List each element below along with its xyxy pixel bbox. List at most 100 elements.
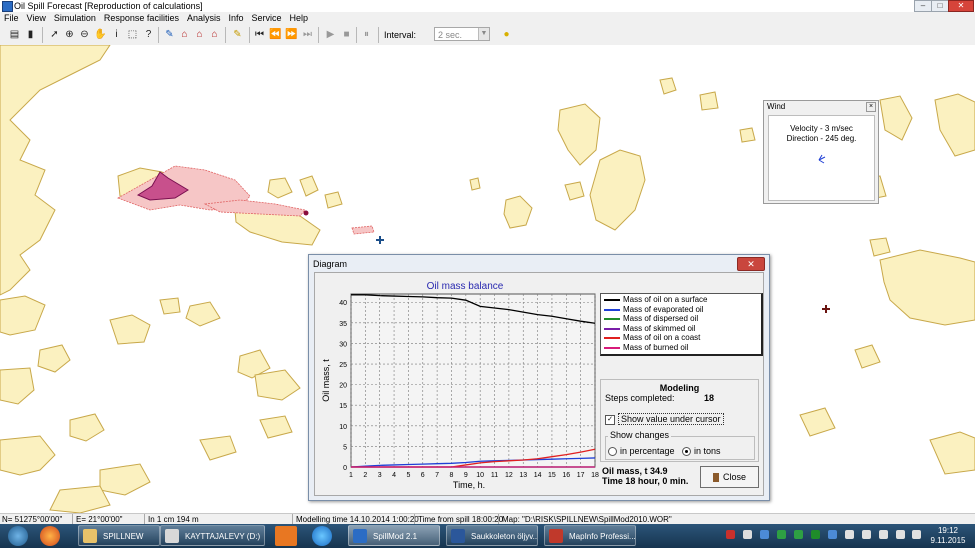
legend-swatch [604, 318, 620, 320]
pause-icon[interactable]: ⏸ [360, 28, 373, 41]
zoom-in-icon[interactable]: ⊕ [63, 28, 76, 41]
skimmer-icon[interactable]: ⌂ [208, 28, 221, 41]
menu-file[interactable]: File [0, 12, 23, 25]
island [879, 249, 975, 326]
query-icon[interactable]: ? [142, 28, 155, 41]
y-tick-label: 30 [339, 341, 347, 348]
menu-info[interactable]: Info [224, 12, 247, 25]
tray-bluetooth-icon[interactable] [828, 530, 837, 539]
tray-box-icon[interactable] [743, 530, 752, 539]
maximize-button[interactable]: □ [931, 0, 949, 12]
island [109, 314, 151, 345]
menu-view[interactable]: View [23, 12, 50, 25]
land-west-coast [0, 45, 111, 296]
taskbar-item-word[interactable]: Saukkoleton öljyv... [446, 525, 538, 546]
island [739, 127, 756, 143]
toolbar: ▤ ▮ ➚ ⊕ ⊖ ✋ i ⬚ ? ✎ ⌂ ⌂ ⌂ ✎ ⏮ ⏪ ⏩ ⏭ ▶ ■ … [0, 25, 975, 46]
stop-icon[interactable]: ■ [340, 28, 353, 41]
menu-response-facilities[interactable]: Response facilities [100, 12, 183, 25]
island [879, 95, 913, 141]
modeling-heading: Modeling [659, 383, 700, 393]
tray-shield-icon[interactable] [726, 530, 735, 539]
menu-help[interactable]: Help [286, 12, 313, 25]
outlook-icon[interactable] [275, 526, 297, 546]
y-tick-label: 35 [339, 321, 347, 328]
x-tick-label: 15 [548, 472, 556, 479]
tray-app-icon[interactable] [760, 530, 769, 539]
tray-usb-icon[interactable] [845, 530, 854, 539]
tray-security-icon[interactable] [811, 530, 820, 539]
island [503, 195, 533, 229]
taskbar-clock[interactable]: 19:12 9.11.2015 [926, 526, 970, 546]
y-tick-label: 0 [343, 465, 347, 472]
island [659, 77, 677, 95]
radio-percentage[interactable]: in percentage [608, 446, 675, 457]
forward-end-icon[interactable]: ⏭ [301, 28, 314, 41]
select-region-icon[interactable]: ⬚ [126, 28, 139, 41]
island [37, 344, 71, 373]
app-icon [2, 1, 13, 12]
tray-flag-icon[interactable] [879, 530, 888, 539]
close-button[interactable]: ✕ [948, 0, 974, 12]
y-tick-label: 40 [339, 300, 347, 307]
legend-swatch [604, 337, 620, 339]
y-tick-label: 5 [343, 444, 347, 451]
lightbulb-icon[interactable]: ● [500, 28, 513, 41]
tray-sync-icon[interactable] [777, 530, 786, 539]
island [267, 177, 293, 199]
tray-network-icon[interactable] [896, 530, 905, 539]
result-time: Time 18 hour, 0 min. [602, 476, 689, 486]
toolbar-separator [356, 27, 357, 43]
start-button[interactable] [8, 526, 28, 546]
tray-volume-icon[interactable] [912, 530, 921, 539]
step-forward-icon[interactable]: ⏩ [285, 28, 298, 41]
close-icon[interactable]: × [866, 102, 876, 112]
zoom-out-icon[interactable]: ⊖ [78, 28, 91, 41]
diagram-dialog[interactable]: Diagram ✕ 1 2 3 4 5 6 7 8 9 10 11 12 13 14 15 16 17 18 0 5 1… [308, 254, 770, 501]
internet-explorer-icon[interactable] [312, 526, 332, 546]
info-icon[interactable]: i [110, 28, 123, 41]
toolbar-separator [158, 27, 159, 43]
open-icon[interactable]: ▤ [8, 28, 21, 41]
report-icon[interactable]: ✎ [231, 28, 244, 41]
pan-hand-icon[interactable]: ✋ [94, 28, 107, 41]
folder-icon [83, 529, 97, 543]
rewind-start-icon[interactable]: ⏮ [253, 28, 266, 41]
taskbar-item-spillmod[interactable]: SpillMod 2.1 [348, 525, 440, 546]
taskbar-item-mapinfo[interactable]: MapInfo Professi... [544, 525, 636, 546]
firefox-icon[interactable] [40, 526, 60, 546]
minimize-button[interactable]: – [914, 0, 932, 12]
play-icon[interactable]: ▶ [324, 28, 337, 41]
radio-selected-icon [682, 447, 691, 457]
boom-icon[interactable]: ⌂ [193, 28, 206, 41]
step-back-icon[interactable]: ⏪ [269, 28, 282, 41]
menu-analysis[interactable]: Analysis [183, 12, 225, 25]
wind-window[interactable]: Wind × Velocity - 3 m/sec Direction - 24… [763, 100, 879, 204]
taskbar-item-spillnew[interactable]: SPILLNEW [78, 525, 160, 546]
radio-tons[interactable]: in tons [682, 446, 721, 457]
layers-icon[interactable]: ▮ [24, 28, 37, 41]
draw-icon[interactable]: ✎ [163, 28, 176, 41]
x-tick-label: 12 [505, 472, 513, 479]
show-value-checkbox[interactable]: ✓ Show value under cursor [605, 413, 724, 425]
wind-direction: Direction - 245 deg. [786, 134, 857, 143]
legend-entry: Mass of oil on a coast [601, 333, 761, 343]
legend-swatch [604, 299, 620, 301]
vessel-icon[interactable]: ⌂ [178, 28, 191, 41]
interval-select[interactable]: 2 sec. ▼ [434, 27, 490, 41]
menu-service[interactable]: Service [247, 12, 285, 25]
menu-simulation[interactable]: Simulation [50, 12, 100, 25]
island [259, 415, 293, 439]
x-tick-label: 14 [534, 472, 542, 479]
steps-value: 18 [704, 393, 715, 403]
island [99, 463, 151, 496]
tray-sync-icon[interactable] [794, 530, 803, 539]
close-button[interactable]: Close [700, 466, 759, 488]
toolbar-separator [318, 27, 319, 43]
tray-power-icon[interactable] [862, 530, 871, 539]
dialog-close-icon[interactable]: ✕ [737, 257, 765, 271]
pointer-icon[interactable]: ➚ [48, 28, 61, 41]
x-tick-label: 8 [450, 472, 454, 479]
taskbar-item-kayttajalevy[interactable]: KAYTTAJALEVY (D:) [160, 525, 265, 546]
x-tick-label: 16 [562, 472, 570, 479]
